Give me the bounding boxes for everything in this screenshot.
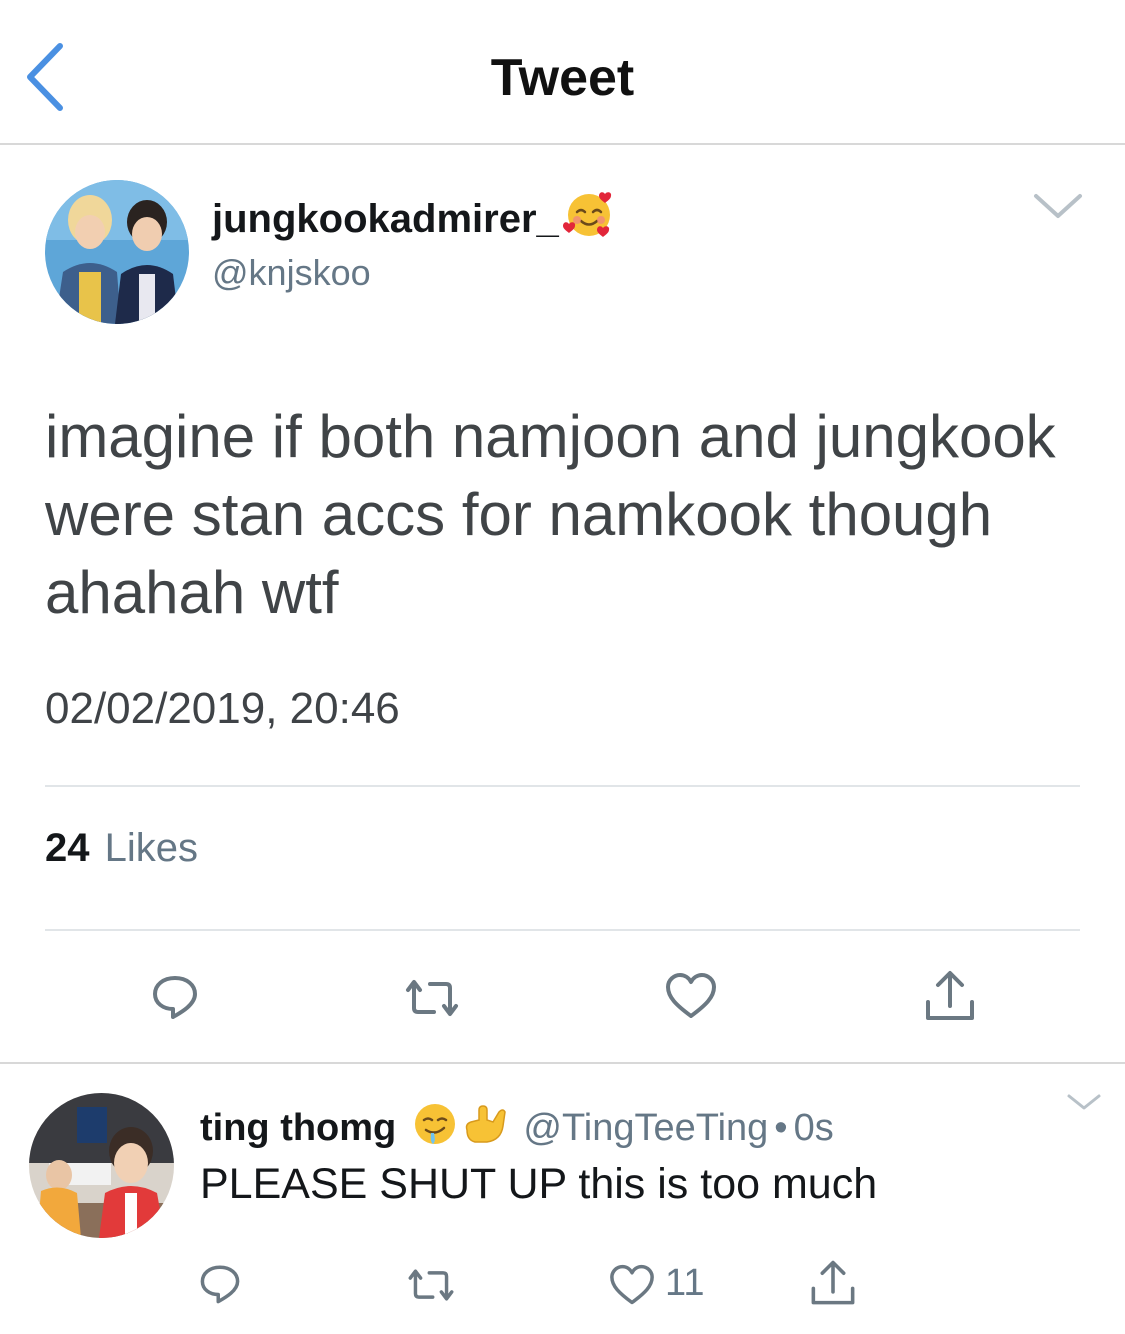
reply-icon	[200, 1265, 240, 1304]
tweet-text: imagine if both namjoon and jungkook wer…	[45, 403, 1056, 626]
navigation-bar: Tweet	[0, 0, 1125, 145]
retweet-icon	[406, 980, 458, 1016]
likes-summary[interactable]: 24 Likes	[45, 826, 198, 871]
divider	[45, 929, 1080, 931]
tweet-timestamp: 02/02/2019, 20:46	[45, 684, 400, 733]
reply-handle[interactable]: @TingTeeTing	[523, 1107, 768, 1149]
reply-header: ting thomg @TingTeeTing • 0s	[200, 1100, 834, 1158]
share-button[interactable]	[922, 968, 978, 1024]
reply-author-avatar[interactable]	[29, 1093, 174, 1238]
tweet-options-button[interactable]	[1032, 190, 1084, 220]
reply-retweet-button[interactable]	[405, 1266, 457, 1304]
heart-icon	[610, 1264, 654, 1305]
share-icon	[926, 971, 974, 1020]
divider	[0, 1062, 1125, 1064]
likes-label: Likes	[104, 826, 199, 870]
author-handle[interactable]: @knjskoo	[212, 252, 371, 294]
drooling-face-emoji	[411, 1100, 459, 1158]
reply-display-name[interactable]: ting thomg	[200, 1107, 396, 1149]
reply-reply-button[interactable]	[198, 1262, 242, 1306]
reply-text: PLEASE SHUT UP this is too much	[200, 1160, 878, 1208]
page-title: Tweet	[490, 49, 635, 107]
reply-like-button[interactable]	[608, 1264, 656, 1306]
reply-options-button[interactable]	[1066, 1092, 1102, 1112]
retweet-icon	[408, 1269, 454, 1301]
retweet-button[interactable]	[402, 976, 462, 1020]
divider	[45, 785, 1080, 787]
heart-icon	[666, 973, 716, 1018]
author-name-text: jungkookadmirer_	[212, 197, 559, 241]
likes-count: 24	[45, 826, 90, 870]
chevron-down-icon	[1067, 1094, 1101, 1110]
reply-share-button[interactable]	[808, 1258, 858, 1308]
reply-button[interactable]	[150, 972, 200, 1022]
share-icon	[811, 1260, 855, 1305]
reply-like-count: 11	[665, 1262, 705, 1304]
chevron-down-icon	[1034, 194, 1082, 218]
reply-separator: •	[774, 1107, 788, 1149]
call-me-hand-emoji	[459, 1100, 507, 1158]
author-avatar[interactable]	[45, 180, 189, 324]
reply-time: 0s	[793, 1107, 834, 1149]
reply-icon	[153, 976, 197, 1019]
author-display-name[interactable]: jungkookadmirer_	[212, 188, 615, 250]
smiling-face-with-hearts-emoji	[562, 188, 615, 250]
like-button[interactable]	[664, 972, 718, 1020]
